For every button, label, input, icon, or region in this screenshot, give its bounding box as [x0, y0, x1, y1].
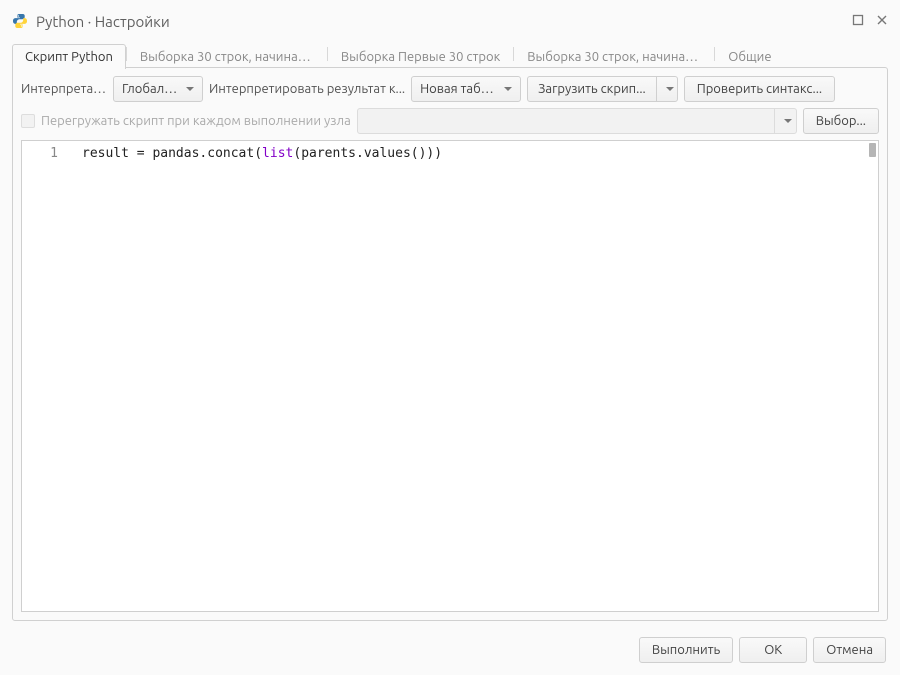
toolbar-row-1: Интерпретат... Глобальн... Интерпретиров… [21, 76, 879, 102]
chevron-down-icon [186, 87, 194, 91]
browse-button[interactable]: Выбор... [803, 108, 879, 134]
interpreter-label: Интерпретат... [21, 82, 107, 96]
script-path-combo[interactable] [357, 108, 797, 134]
line-number: 1 [32, 145, 58, 163]
script-panel: Интерпретат... Глобальн... Интерпретиров… [12, 67, 888, 621]
ok-button[interactable]: OK [739, 637, 807, 663]
check-syntax-button[interactable]: Проверить синтакс... [684, 76, 835, 102]
tab-general[interactable]: Общие [715, 44, 784, 69]
toolbar-row-2: Перегружать скрипт при каждом выполнении… [21, 108, 879, 134]
chevron-down-icon [504, 87, 512, 91]
close-icon[interactable] [876, 14, 888, 28]
load-script-dropdown[interactable] [657, 77, 677, 101]
editor-code[interactable]: result = pandas.concat(list(parents.valu… [68, 141, 878, 611]
result-dropdown[interactable]: Новая табли... [411, 76, 521, 102]
execute-button[interactable]: Выполнить [639, 637, 733, 663]
scrollbar-thumb[interactable] [869, 143, 876, 157]
reload-checkbox[interactable] [21, 114, 35, 128]
interpreter-dropdown[interactable]: Глобальн... [113, 76, 203, 102]
load-script-label: Загрузить скрип... [528, 77, 657, 101]
content-area: Скрипт Python Выборка 30 строк, начиная.… [12, 40, 888, 621]
chevron-down-icon [666, 87, 674, 91]
window-title: Python · Настройки [36, 13, 170, 30]
result-label: Интерпретировать результат к... [209, 82, 405, 96]
python-icon [12, 13, 28, 29]
cancel-button[interactable]: Отмена [813, 637, 886, 663]
maximize-icon[interactable] [852, 14, 864, 28]
script-path-dropdown[interactable] [774, 109, 796, 133]
tab-script[interactable]: Скрипт Python [12, 44, 126, 69]
dialog-footer: Выполнить OK Отмена [4, 629, 896, 671]
code-editor[interactable]: 1 result = pandas.concat(list(parents.va… [21, 140, 879, 612]
settings-window: Python · Настройки Скрипт Python Выборка… [4, 4, 896, 671]
chevron-down-icon [784, 119, 792, 123]
tab-sample-1[interactable]: Выборка 30 строк, начиная... [127, 44, 327, 69]
interpreter-value: Глобальн... [122, 82, 180, 96]
reload-label: Перегружать скрипт при каждом выполнении… [41, 114, 351, 128]
tab-bar: Скрипт Python Выборка 30 строк, начиная.… [12, 40, 888, 68]
load-script-button[interactable]: Загрузить скрип... [527, 76, 678, 102]
editor-gutter: 1 [22, 141, 68, 611]
tab-sample-2[interactable]: Выборка 30 строк, начиная... [514, 44, 714, 69]
window-controls [852, 14, 888, 28]
tab-sample-first[interactable]: Выборка Первые 30 строк [328, 44, 513, 69]
titlebar: Python · Настройки [4, 4, 896, 38]
result-value: Новая табли... [420, 82, 498, 96]
code-line-1: result = pandas.concat(list(parents.valu… [82, 146, 442, 161]
